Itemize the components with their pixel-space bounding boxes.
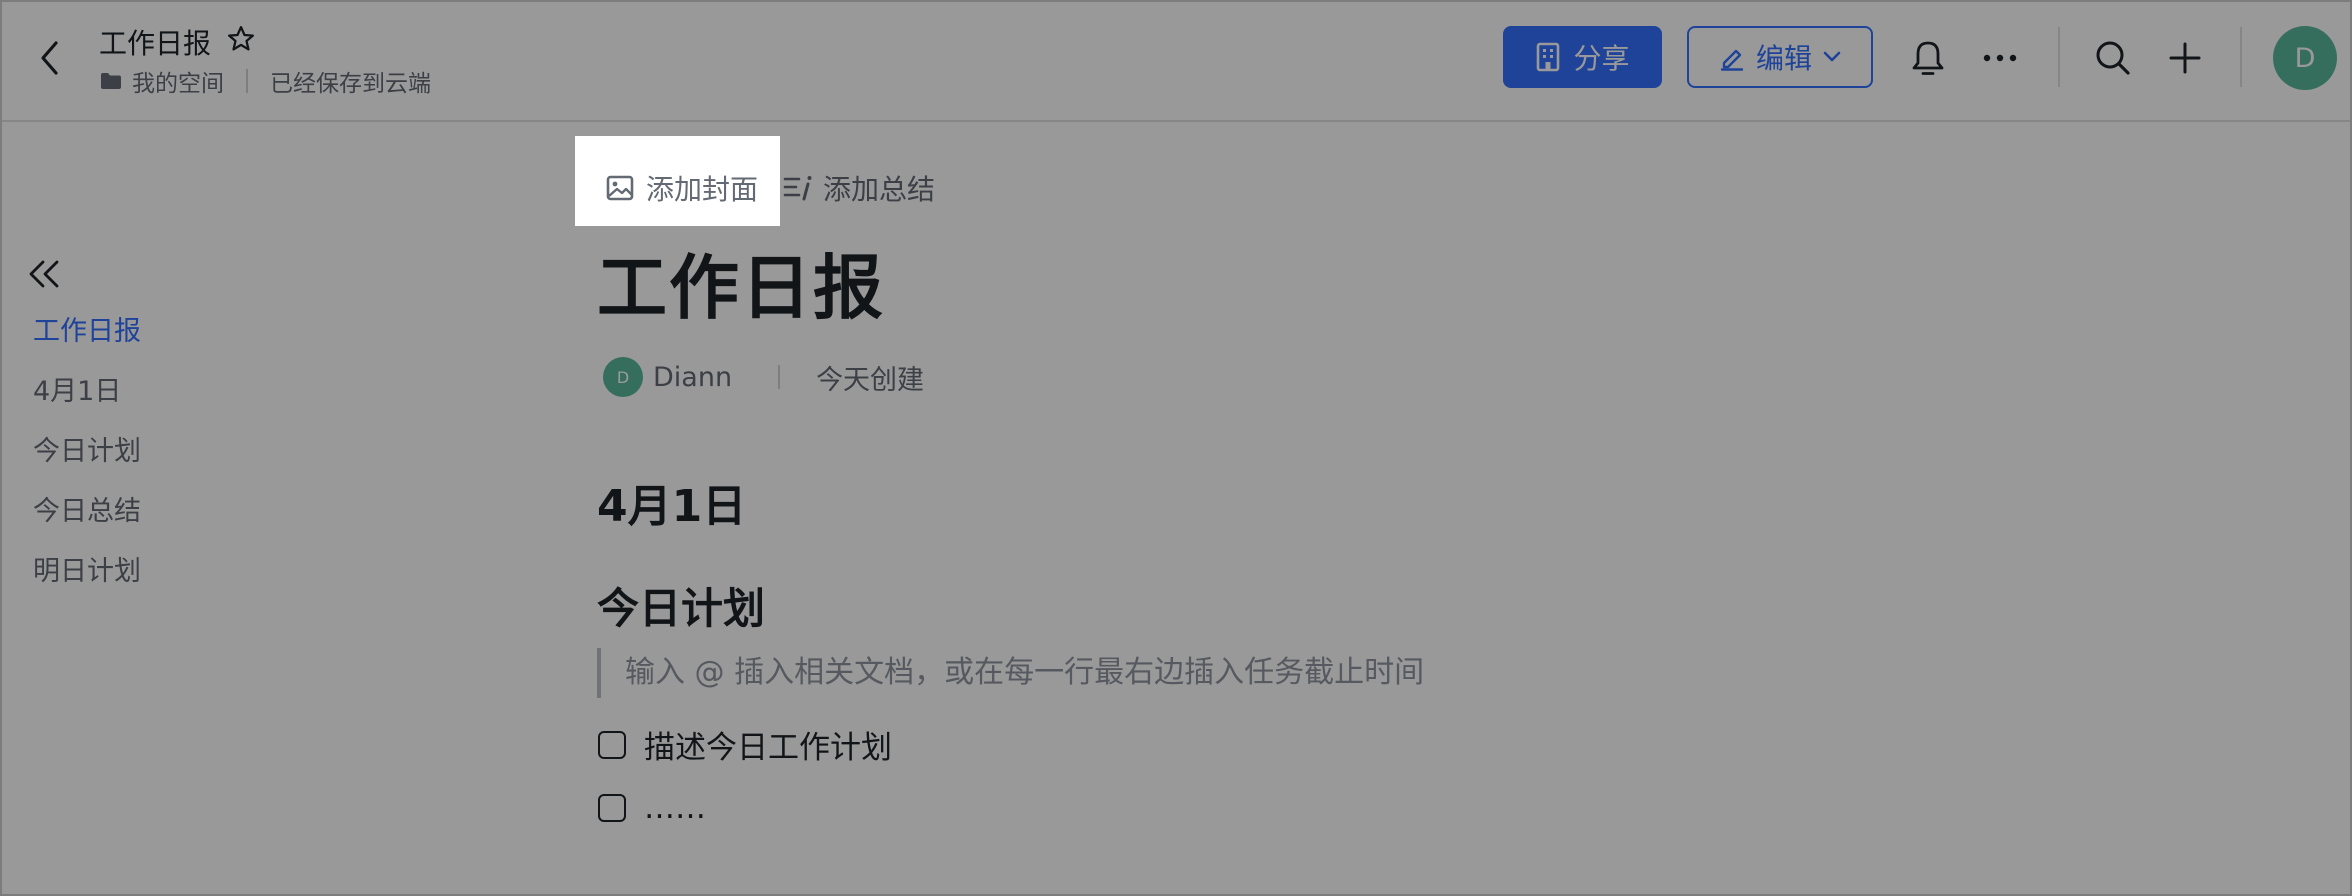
share-button[interactable]: 分享 [1503, 26, 1662, 88]
add-cover-button[interactable]: 添加封面 [606, 168, 758, 208]
heading-date[interactable]: 4月1日 [597, 470, 746, 534]
screen-frame [0, 0, 2352, 896]
bell-icon [1912, 41, 1944, 75]
top-bar: 工作日报 我的空间 已经保存到云端 分享 编辑 D [0, 0, 2352, 122]
doc-meta: D Diann 今天创建 [603, 357, 924, 397]
edit-label: 编辑 [1755, 42, 1812, 75]
folder-icon [101, 73, 121, 89]
heading-plan[interactable]: 今日计划 [597, 575, 765, 636]
divider [778, 365, 781, 389]
collapse-sidebar-button[interactable] [26, 256, 62, 292]
image-icon [606, 175, 634, 201]
created-time: 今天创建 [816, 364, 925, 396]
outline-item-summary[interactable]: 今日总结 [33, 490, 141, 550]
outline-item-tomorrow[interactable]: 明日计划 [33, 550, 141, 610]
doc-heading[interactable]: 工作日报 [597, 232, 885, 333]
divider [2058, 27, 2060, 87]
notification-button[interactable] [1906, 36, 1950, 80]
outline-item-date[interactable]: 4月1日 [33, 370, 141, 430]
back-button[interactable] [30, 38, 70, 78]
chevrons-left-icon [29, 260, 59, 288]
location-link[interactable]: 我的空间 [132, 64, 224, 98]
doc-title: 工作日报 [99, 27, 212, 60]
document-page: 工作日报 我的空间 已经保存到云端 分享 编辑 D 工作日报 4月1日 今日计划… [0, 0, 2352, 896]
summary-icon [783, 176, 812, 201]
more-button[interactable] [1978, 36, 2022, 80]
save-status: 已经保存到云端 [270, 71, 431, 97]
todo-checkbox[interactable] [598, 730, 626, 759]
share-label: 分享 [1573, 42, 1630, 75]
doc-location-row: 我的空间 已经保存到云端 [100, 64, 431, 98]
todo-item: …… [598, 790, 706, 826]
add-cover-label: 添加封面 [646, 173, 759, 206]
divider [2240, 27, 2242, 87]
pencil-icon [1720, 49, 1744, 71]
chevron-down-icon [1823, 51, 1841, 62]
author-name[interactable]: Diann [653, 362, 732, 393]
outline-list: 工作日报 4月1日 今日计划 今日总结 明日计划 [33, 310, 141, 610]
add-summary-button[interactable]: 添加总结 [783, 168, 935, 208]
add-summary-label: 添加总结 [823, 173, 936, 206]
search-icon [2096, 41, 2130, 75]
todo-text[interactable]: 描述今日工作计划 [644, 722, 892, 767]
building-icon [1537, 42, 1560, 72]
todo-item: 描述今日工作计划 [598, 722, 892, 767]
edit-button[interactable]: 编辑 [1687, 26, 1873, 88]
quote-block[interactable]: 输入 @ 插入相关文档，或在每一行最右边插入任务截止时间 [597, 648, 1424, 698]
chevron-left-icon [41, 41, 58, 75]
divider [246, 69, 248, 93]
create-button[interactable] [2163, 36, 2207, 80]
star-icon[interactable] [226, 24, 256, 54]
todo-text[interactable]: …… [644, 790, 706, 826]
more-horizontal-icon [1983, 54, 2017, 62]
dim-overlay [0, 0, 2352, 896]
user-avatar[interactable]: D [2273, 26, 2337, 90]
outline-item-plan[interactable]: 今日计划 [33, 430, 141, 490]
outline-item-title[interactable]: 工作日报 [33, 310, 141, 370]
plus-icon [2169, 42, 2201, 74]
todo-checkbox[interactable] [598, 794, 626, 822]
search-button[interactable] [2091, 36, 2135, 80]
author-avatar: D [603, 357, 643, 397]
